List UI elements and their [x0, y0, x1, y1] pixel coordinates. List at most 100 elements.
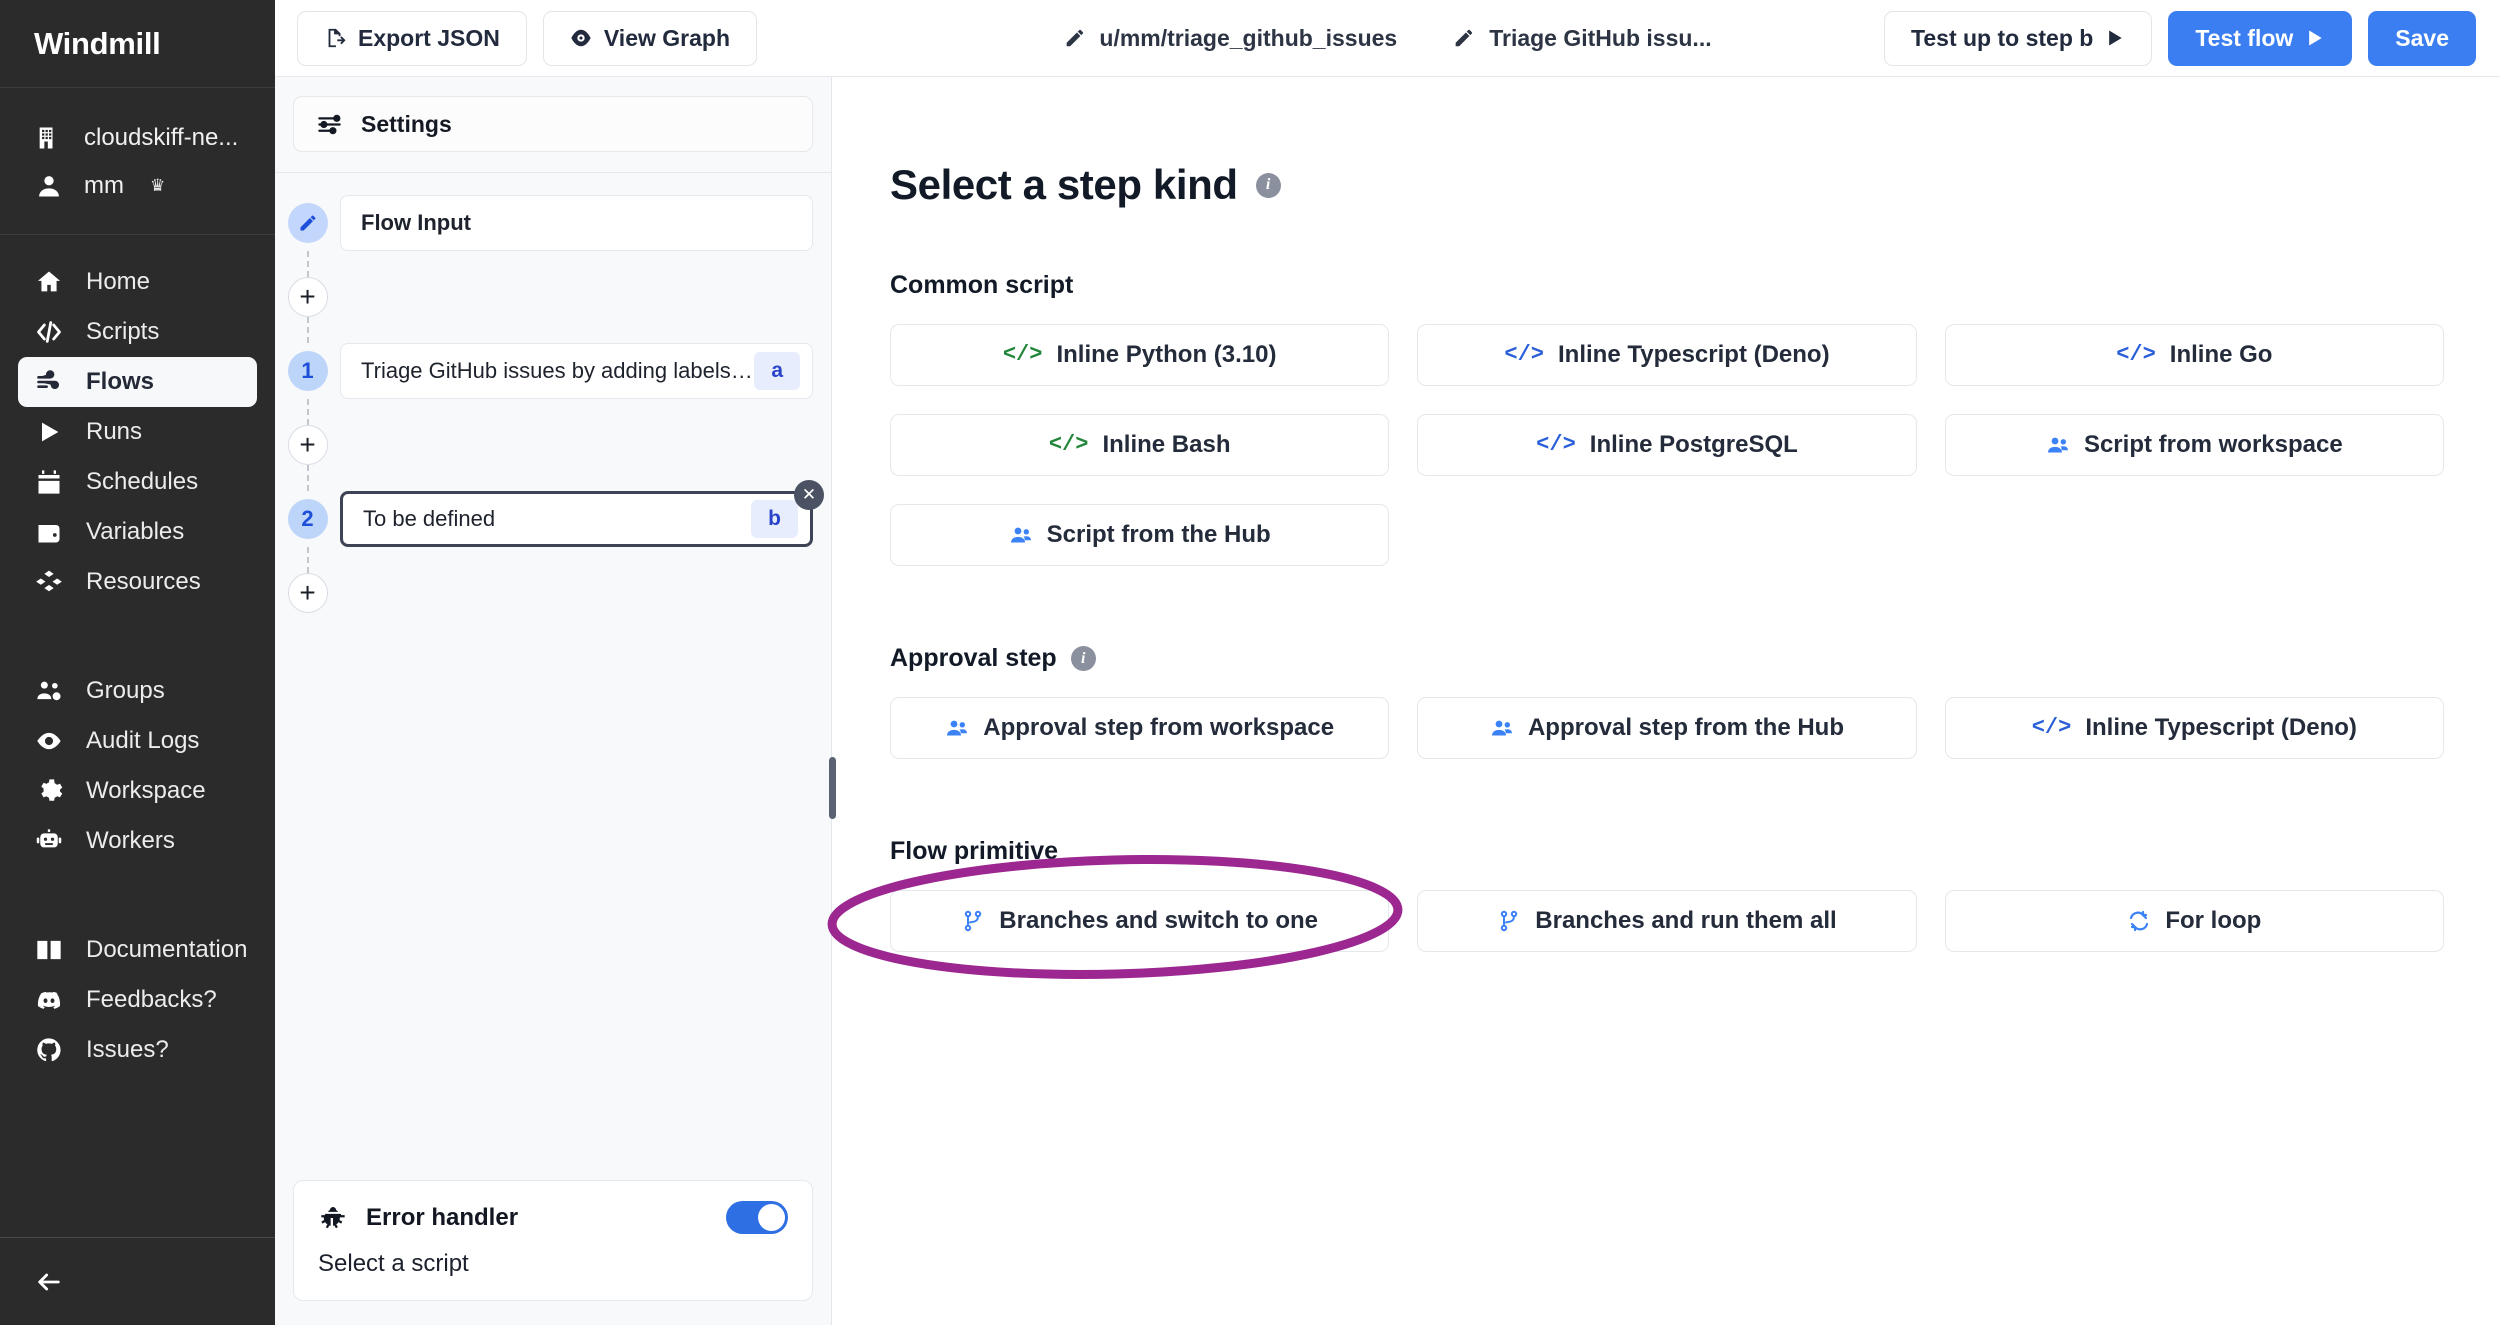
step-badge: b	[751, 500, 798, 538]
users-icon	[945, 716, 969, 740]
step-card-flow-input[interactable]: Flow Input	[340, 195, 813, 251]
kind-branches-switch-to-one[interactable]: Branches and switch to one	[890, 890, 1389, 952]
flow-path-crumb[interactable]: u/mm/triage_github_issues	[1063, 25, 1397, 52]
step-card-triage[interactable]: Triage GitHub issues by adding labels ..…	[340, 343, 813, 399]
approval-step-grid: Approval step from workspace Approval st…	[890, 697, 2444, 759]
groups-icon	[34, 676, 64, 706]
kind-inline-postgresql[interactable]: </> Inline PostgreSQL	[1417, 414, 1916, 476]
loop-icon	[2127, 909, 2151, 933]
sidebar-item-runs[interactable]: Runs	[18, 407, 257, 457]
sidebar-item-issues[interactable]: Issues?	[18, 1025, 257, 1075]
workspace-selector[interactable]: cloudskiff-ne...	[0, 114, 275, 162]
pencil-icon	[298, 213, 318, 233]
kind-label: Approval step from the Hub	[1528, 714, 1844, 742]
rail-connector	[275, 547, 831, 573]
toolbar-right-group: Test up to step b Test flow Save	[1884, 11, 2476, 66]
close-icon[interactable]: ✕	[794, 480, 824, 510]
test-flow-button[interactable]: Test flow	[2168, 11, 2352, 66]
breadcrumb: u/mm/triage_github_issues Triage GitHub …	[1063, 25, 1711, 52]
kind-label: Inline Typescript (Deno)	[2085, 714, 2357, 742]
step-badge: a	[754, 352, 800, 390]
sidebar-item-label: Variables	[86, 518, 184, 546]
export-json-button[interactable]: Export JSON	[297, 11, 527, 66]
info-icon[interactable]: i	[1256, 173, 1281, 198]
error-handler-script-select[interactable]: Select a script	[318, 1250, 788, 1278]
discord-icon	[34, 985, 64, 1015]
step-rail: 2	[275, 499, 340, 539]
main-region: Export JSON View Graph u/mm/triage_githu…	[275, 0, 2500, 1325]
user-menu[interactable]: mm ♛	[0, 162, 275, 210]
error-handler-toggle[interactable]	[726, 1201, 788, 1234]
kind-script-from-hub[interactable]: Script from the Hub	[890, 504, 1389, 566]
test-up-to-step-button[interactable]: Test up to step b	[1884, 11, 2152, 66]
code-icon: </>	[1536, 434, 1576, 456]
sidebar-item-label: Issues?	[86, 1036, 169, 1064]
kind-inline-python[interactable]: </> Inline Python (3.10)	[890, 324, 1389, 386]
user-name: mm	[84, 172, 124, 200]
flow-primitive-grid: Branches and switch to one Branches and …	[890, 890, 2444, 952]
sidebar-item-schedules[interactable]: Schedules	[18, 457, 257, 507]
nav-group-primary: Home Scripts Flows	[0, 257, 275, 617]
brand-name: Windmill	[34, 26, 160, 62]
view-graph-button[interactable]: View Graph	[543, 11, 757, 66]
settings-button[interactable]: Settings	[293, 96, 813, 152]
save-button[interactable]: Save	[2368, 11, 2476, 66]
sidebar-item-resources[interactable]: Resources	[18, 557, 257, 607]
add-step-button-2[interactable]: +	[288, 425, 328, 465]
sidebar-item-label: Resources	[86, 568, 201, 596]
info-icon[interactable]: i	[1071, 646, 1096, 671]
sidebar-item-variables[interactable]: Variables	[18, 507, 257, 557]
sidebar-item-flows[interactable]: Flows	[18, 357, 257, 407]
robot-icon	[34, 826, 64, 856]
step-node-1[interactable]: 1	[288, 351, 328, 391]
settings-label: Settings	[361, 111, 452, 138]
kind-approval-from-hub[interactable]: Approval step from the Hub	[1417, 697, 1916, 759]
wallet-icon	[34, 517, 64, 547]
add-step-button-1[interactable]: +	[288, 277, 328, 317]
kind-approval-inline-typescript[interactable]: </> Inline Typescript (Deno)	[1945, 697, 2444, 759]
sidebar-item-label: Workspace	[86, 777, 206, 805]
users-icon	[1490, 716, 1514, 740]
sidebar-item-audit-logs[interactable]: Audit Logs	[18, 716, 257, 766]
section-heading: Approval step i	[890, 644, 2444, 673]
sidebar-item-feedbacks[interactable]: Feedbacks?	[18, 975, 257, 1025]
kind-script-from-workspace[interactable]: Script from workspace	[1945, 414, 2444, 476]
sidebar-item-label: Feedbacks?	[86, 986, 217, 1014]
eye-icon	[34, 726, 64, 756]
kind-inline-typescript[interactable]: </> Inline Typescript (Deno)	[1417, 324, 1916, 386]
brand-logo[interactable]: Windmill	[0, 0, 275, 88]
kind-branches-run-all[interactable]: Branches and run them all	[1417, 890, 1916, 952]
section-approval-step: Approval step i Approval step from works…	[890, 644, 2444, 759]
kind-label: Inline Typescript (Deno)	[1558, 341, 1830, 369]
sidebar-item-scripts[interactable]: Scripts	[18, 307, 257, 357]
sidebar-item-workspace[interactable]: Workspace	[18, 766, 257, 816]
branch-icon	[1497, 909, 1521, 933]
kind-inline-go[interactable]: </> Inline Go	[1945, 324, 2444, 386]
users-icon	[2046, 433, 2070, 457]
step-kind-picker: Select a step kind i Common script </> I…	[832, 77, 2500, 1325]
kind-label: Script from workspace	[2084, 431, 2343, 459]
flow-input-node[interactable]	[288, 203, 328, 243]
view-graph-label: View Graph	[604, 25, 730, 52]
sidebar-item-workers[interactable]: Workers	[18, 816, 257, 866]
panel-resize-handle[interactable]	[829, 757, 836, 819]
add-step-button-3[interactable]: +	[288, 573, 328, 613]
step-card-to-be-defined[interactable]: To be defined b ✕	[340, 491, 813, 547]
kind-approval-from-workspace[interactable]: Approval step from workspace	[890, 697, 1389, 759]
sidebar-item-groups[interactable]: Groups	[18, 666, 257, 716]
flow-summary-crumb[interactable]: Triage GitHub issu...	[1453, 25, 1711, 52]
kind-for-loop[interactable]: For loop	[1945, 890, 2444, 952]
step-node-2[interactable]: 2	[288, 499, 328, 539]
step-rail: 1	[275, 351, 340, 391]
workspace-section: cloudskiff-ne... mm ♛	[0, 88, 275, 235]
flow-steps-list: Flow Input + 1	[275, 173, 831, 1180]
kind-label: Inline Go	[2170, 341, 2273, 369]
sidebar-item-home[interactable]: Home	[18, 257, 257, 307]
kind-inline-bash[interactable]: </> Inline Bash	[890, 414, 1389, 476]
sidebar-nav: Home Scripts Flows	[0, 235, 275, 1237]
flow-path-text: u/mm/triage_github_issues	[1099, 25, 1397, 52]
sidebar-collapse-button[interactable]	[0, 1237, 275, 1325]
step-rail	[275, 203, 340, 243]
nav-group-help: Documentation Feedbacks? Issues?	[0, 925, 275, 1085]
sidebar-item-documentation[interactable]: Documentation	[18, 925, 257, 975]
